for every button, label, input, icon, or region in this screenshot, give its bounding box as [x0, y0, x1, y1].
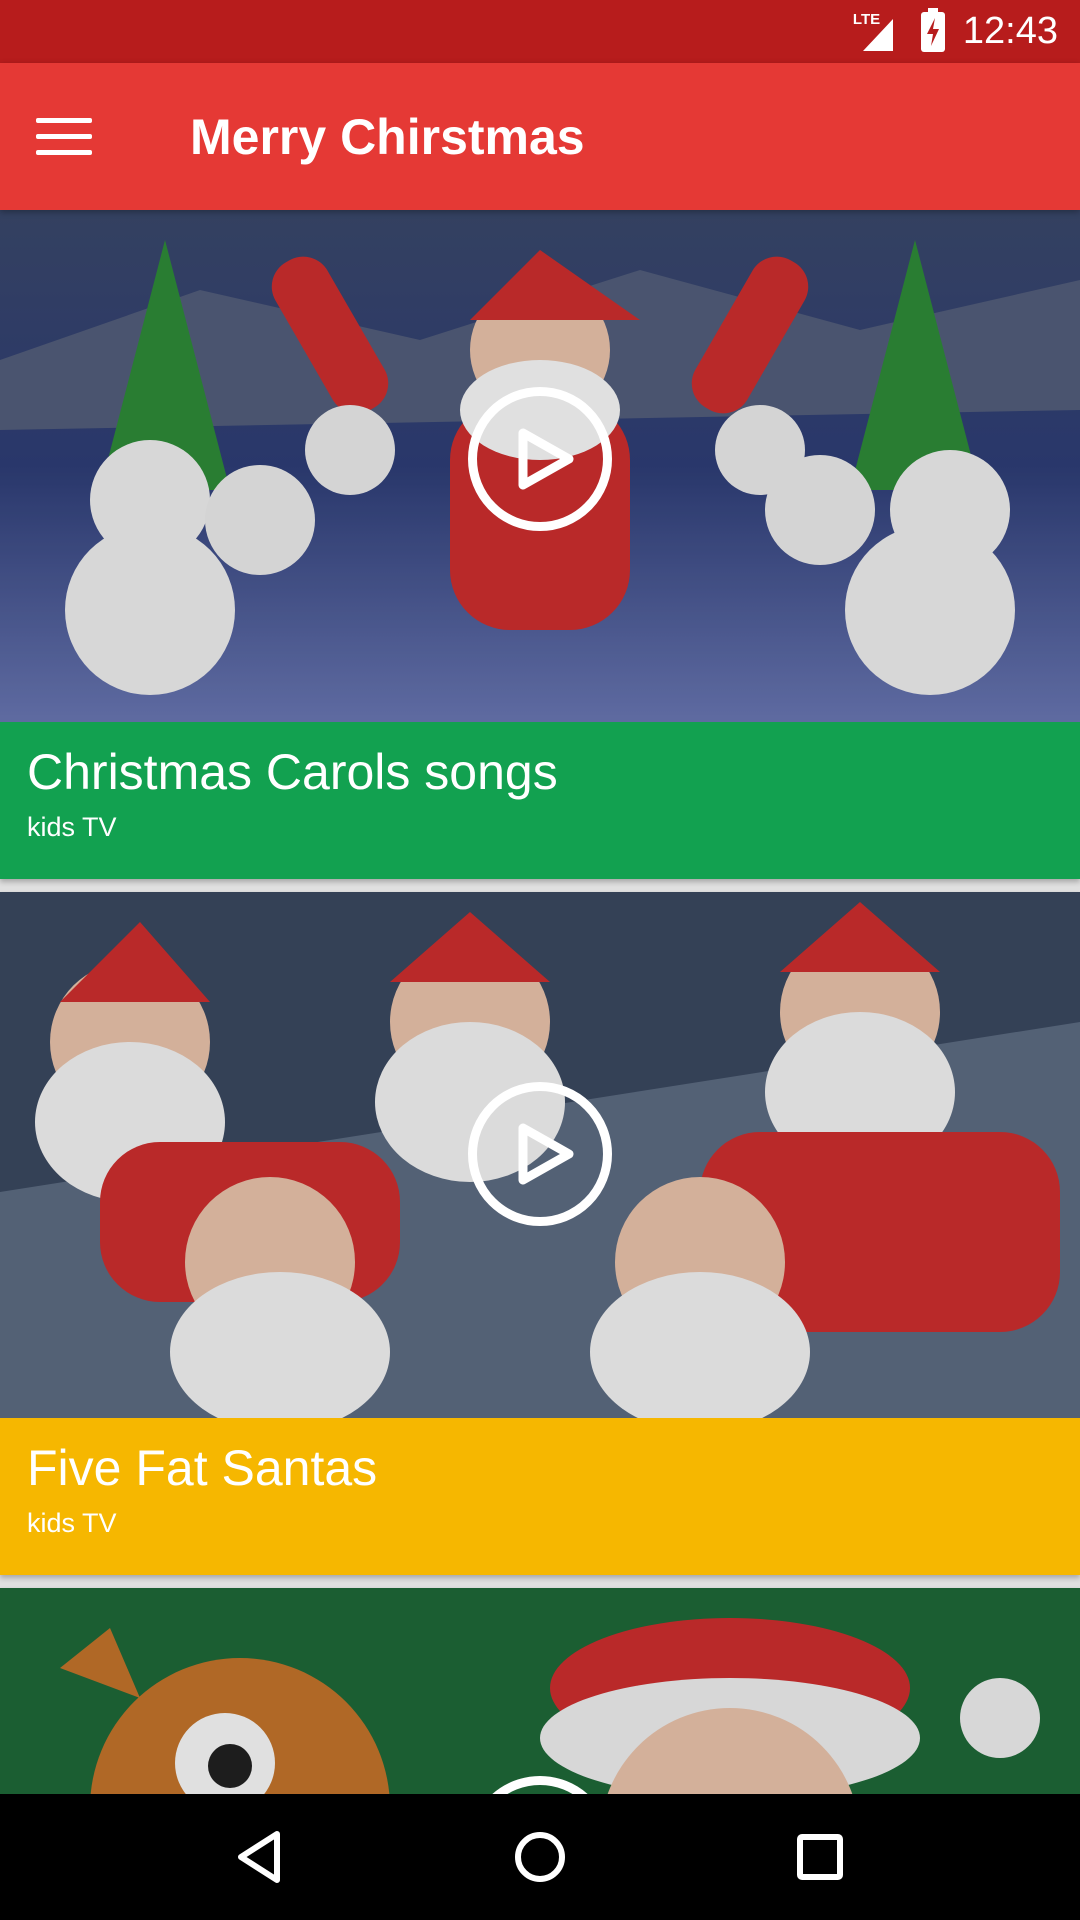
video-caption[interactable]: Christmas Carols songs kids TV: [0, 722, 1080, 879]
video-channel: kids TV: [27, 812, 117, 842]
network-type: LTE: [852, 10, 881, 28]
signal-icon: LTE: [853, 11, 903, 53]
play-circle-icon[interactable]: [468, 1082, 612, 1226]
video-caption[interactable]: Five Fat Santas kids TV: [0, 1418, 1080, 1575]
app-title: Merry Chirstmas: [190, 108, 585, 165]
status-bar: LTE 12:43: [0, 0, 1080, 63]
play-circle-icon[interactable]: [468, 387, 612, 531]
video-card[interactable]: Christmas Carols songs kids TV: [0, 210, 1080, 879]
video-card[interactable]: [0, 1588, 1080, 1794]
video-card[interactable]: Five Fat Santas kids TV: [0, 892, 1080, 1575]
menu-icon[interactable]: [36, 101, 108, 173]
video-thumbnail[interactable]: [0, 892, 1080, 1418]
home-icon[interactable]: [500, 1817, 580, 1897]
video-thumbnail[interactable]: [0, 210, 1080, 722]
video-channel: kids TV: [27, 1508, 117, 1538]
status-time: 12:43: [962, 10, 1058, 52]
video-feed[interactable]: Christmas Carols songs kids TV Five Fat …: [0, 210, 1080, 1794]
video-thumbnail[interactable]: [0, 1588, 1080, 1794]
video-title: Christmas Carols songs: [27, 744, 558, 800]
thumbnail-image: [0, 1588, 1080, 1794]
back-icon[interactable]: [220, 1817, 300, 1897]
battery-icon: [920, 7, 945, 52]
video-title: Five Fat Santas: [27, 1440, 378, 1496]
navigation-bar: [0, 1794, 1080, 1920]
app-bar: Merry Chirstmas: [0, 63, 1080, 210]
recents-icon[interactable]: [780, 1817, 860, 1897]
